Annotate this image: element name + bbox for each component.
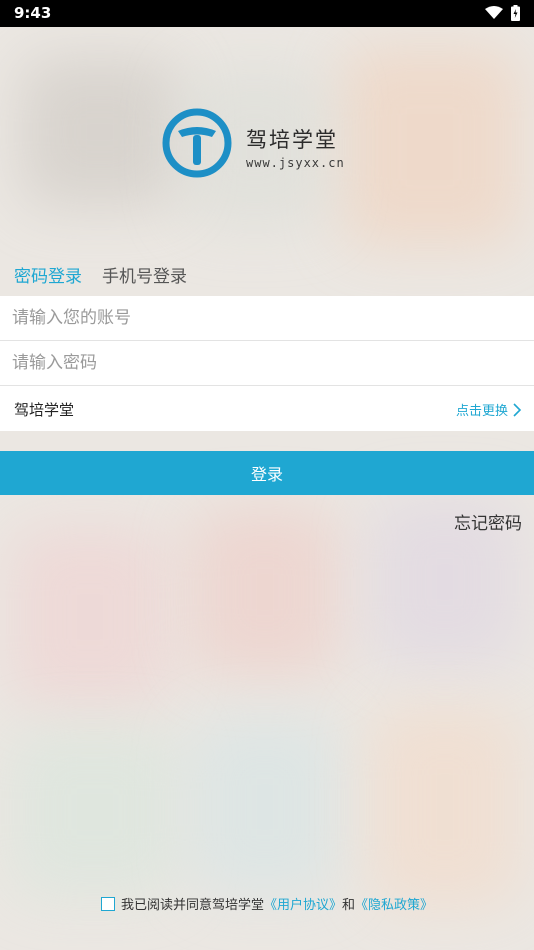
- agreement-row: 我已阅读并同意驾培学堂 《用户协议》 和 《隐私政策》: [0, 894, 534, 913]
- tab-password-login[interactable]: 密码登录: [14, 262, 82, 287]
- status-time: 9:43: [14, 4, 52, 22]
- agreement-prefix: 我已阅读并同意驾培学堂: [120, 898, 264, 913]
- school-name: 驾培学堂: [14, 401, 75, 419]
- account-input[interactable]: [0, 296, 524, 340]
- school-row: 驾培学堂 点击更换: [0, 386, 534, 431]
- agreement-checkbox[interactable]: [100, 896, 115, 911]
- brand-name: 驾培学堂: [246, 128, 338, 152]
- tab-phone-login[interactable]: 手机号登录: [102, 262, 187, 287]
- battery-icon: [511, 5, 520, 21]
- status-icons: [485, 5, 520, 21]
- change-school-label: 点击更换: [455, 404, 508, 419]
- login-form: 驾培学堂 点击更换: [0, 296, 534, 431]
- account-field-row: [0, 296, 534, 341]
- wifi-icon: [485, 6, 503, 19]
- login-button[interactable]: 登录: [0, 451, 534, 495]
- change-school-button[interactable]: 点击更换: [456, 400, 522, 419]
- brand-logo-icon: [162, 108, 232, 178]
- status-bar: 9:43: [0, 0, 534, 27]
- forgot-password-link[interactable]: 忘记密码: [454, 509, 522, 534]
- brand-logo-area: 驾培学堂 www.jsyxx.cn: [162, 108, 362, 180]
- chevron-right-icon: [513, 402, 522, 417]
- password-field-row: [0, 341, 534, 386]
- brand-url: www.jsyxx.cn: [246, 156, 345, 170]
- password-input[interactable]: [0, 341, 524, 385]
- user-agreement-link[interactable]: 《用户协议》: [264, 894, 342, 913]
- privacy-policy-link[interactable]: 《隐私政策》: [355, 894, 433, 913]
- agreement-and: 和: [342, 898, 356, 913]
- login-tabs: 密码登录 手机号登录: [14, 262, 187, 287]
